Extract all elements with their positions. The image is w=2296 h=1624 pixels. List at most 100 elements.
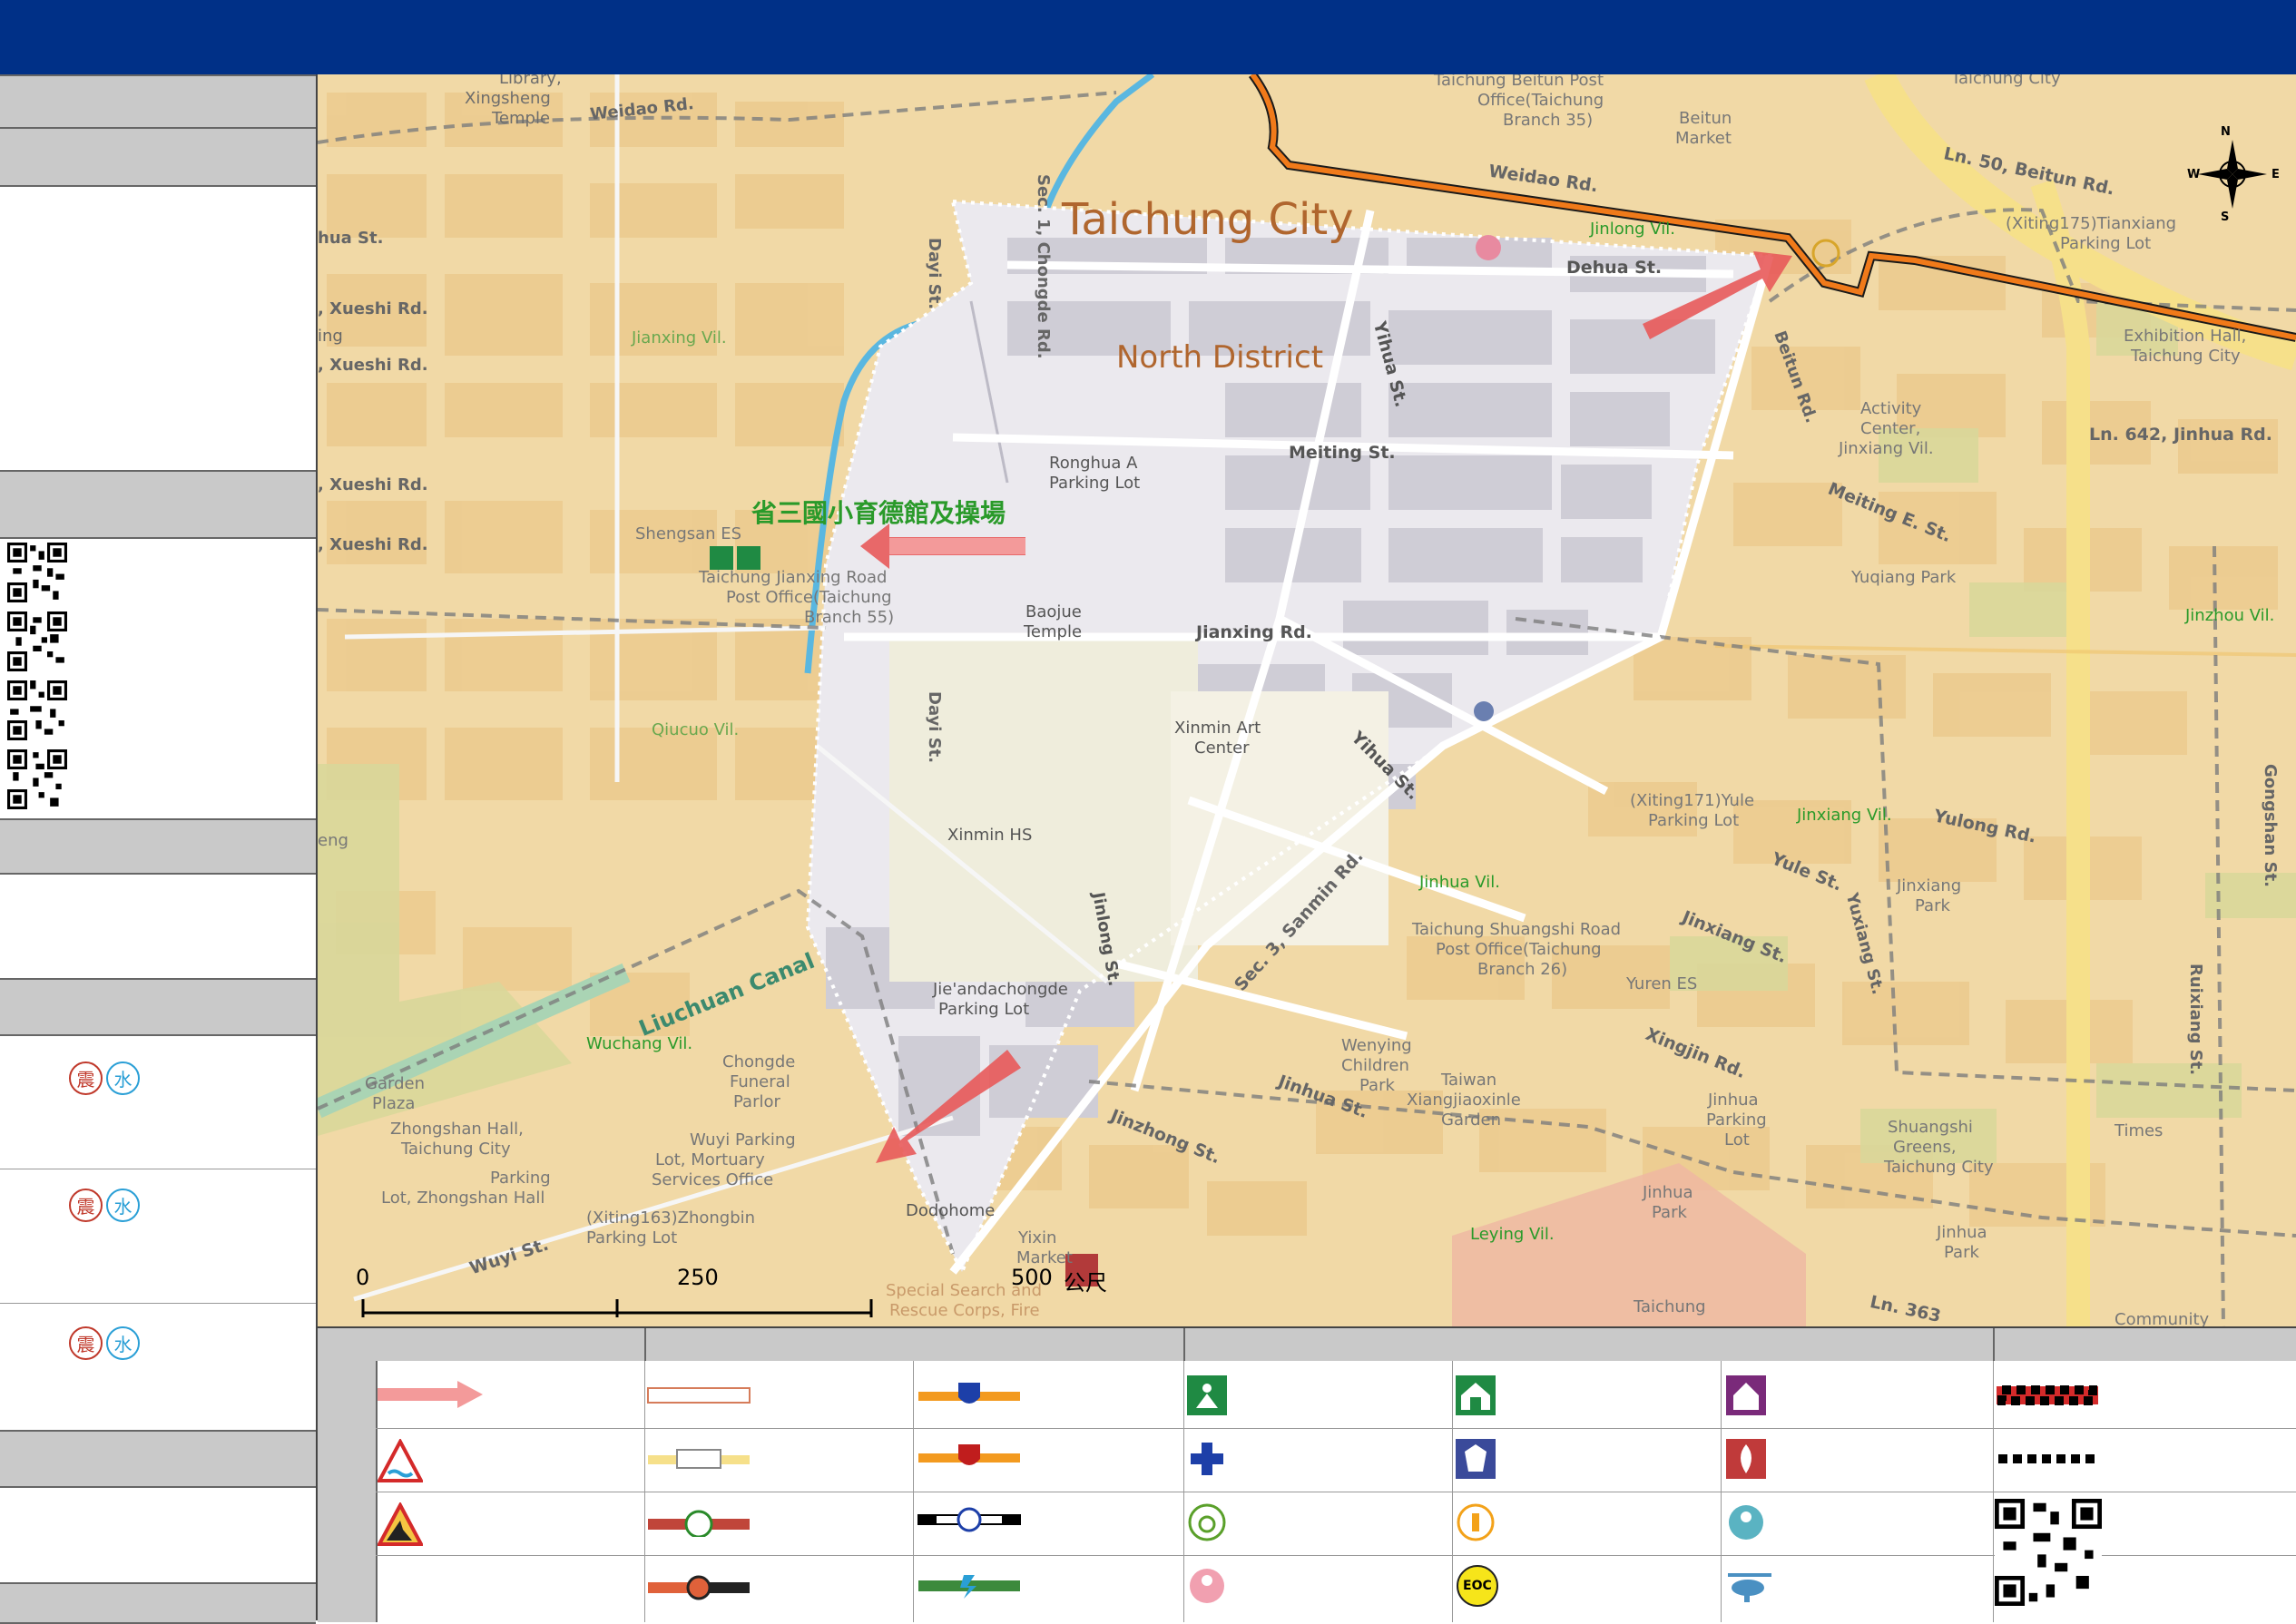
police-legend-icon <box>1456 1439 1496 1479</box>
map-label: Temple <box>1024 622 1083 641</box>
map-label: Jinzhou Vil. <box>2185 606 2275 625</box>
compass-n: N <box>2221 125 2231 139</box>
district-label: North District <box>1116 339 1324 376</box>
map-label: Shengsan ES <box>635 524 742 543</box>
evacuation-map[interactable]: Taichung City North District 省三國小育德館及操場 … <box>318 74 2296 1326</box>
map-label: Office(Taichung <box>1477 91 1604 110</box>
hsr-legend-icon <box>918 1575 1020 1599</box>
map-label: , Xueshi Rd. <box>318 356 428 375</box>
road-legend-orange-icon <box>647 1387 751 1404</box>
map-label: Community <box>2114 1310 2210 1326</box>
compass-s: S <box>2221 210 2230 224</box>
map-label: Temple <box>492 109 551 128</box>
map-label: Leying Vil. <box>1470 1225 1555 1244</box>
art-center-icon <box>1474 701 1494 721</box>
map-label: Parking <box>1706 1110 1767 1130</box>
header-bar <box>0 0 2296 74</box>
sidebar-header-7 <box>0 1582 316 1624</box>
map-label: Shuangshi <box>1888 1118 1973 1137</box>
map-label: Jinxiang Vil. <box>1797 806 1892 825</box>
qr-code-4[interactable] <box>7 749 67 809</box>
flood-icon: 水 <box>106 1189 140 1222</box>
hazard-icons-row-1: 震 水 <box>69 1061 140 1095</box>
map-label: Jie'andachongde <box>933 980 1068 999</box>
map-label: Times <box>2114 1121 2164 1140</box>
map-label: Taichung City <box>1884 1158 1994 1177</box>
map-label: Jianxing Vil. <box>632 328 727 347</box>
legend-row-divider <box>376 1428 2296 1429</box>
qr-code-3[interactable] <box>7 680 67 740</box>
map-label: Parking Lot <box>1648 811 1740 830</box>
map-label: Meiting St. <box>1289 443 1396 463</box>
legend-header-2 <box>646 1328 1185 1361</box>
map-label: Yixin <box>1018 1228 1057 1247</box>
flood-icon: 水 <box>106 1326 140 1360</box>
map-label: Post Office(Taichung <box>1436 940 1602 959</box>
map-label: (Xiting175)Tianxiang <box>2006 214 2177 233</box>
map-label: Park <box>1944 1243 1979 1262</box>
medical-legend-icon <box>1191 1443 1223 1475</box>
map-label: Parking Lot <box>938 1000 1030 1019</box>
sidebar-header-1 <box>0 74 316 129</box>
map-label: Xinmin HS <box>947 826 1033 845</box>
earthquake-icon: 震 <box>69 1326 103 1360</box>
sidebar-header-5 <box>0 978 316 1036</box>
map-label: Dayi St. <box>925 691 944 764</box>
map-label: Garden <box>365 1074 425 1093</box>
scale-tick-250: 250 <box>677 1265 719 1290</box>
map-label: Garden <box>1441 1110 1501 1130</box>
map-label: Sec. 1, Chongde Rd. <box>1034 174 1053 359</box>
sidebar-header-2 <box>0 127 316 187</box>
qr-code-2[interactable] <box>7 611 67 671</box>
landslide-warning-icon <box>378 1502 423 1546</box>
medical-icon <box>1476 235 1501 260</box>
map-label: (Xiting171)Yule <box>1630 791 1755 810</box>
legend-qr-code[interactable] <box>1995 1499 2102 1606</box>
map-label: Funeral <box>730 1072 790 1091</box>
map-label: Center <box>1194 739 1250 758</box>
park-legend-icon <box>648 1510 750 1537</box>
outdoor-shelter-icon <box>737 546 760 570</box>
map-label: Beitun <box>1679 109 1732 128</box>
social-welfare-legend-icon <box>1726 1375 1766 1415</box>
map-label: Xingsheng <box>465 89 551 108</box>
childcare-legend-icon <box>1729 1505 1763 1540</box>
elderly-legend-icon <box>1457 1503 1495 1541</box>
shelter-icon <box>710 546 733 570</box>
accessible-legend-icon <box>1188 1503 1226 1541</box>
map-label: Wuyi Parking <box>690 1130 796 1150</box>
map-label: (Xiting163)Zhongbin <box>586 1208 756 1228</box>
map-label: Ln. 642, Jinhua Rd. <box>2089 425 2273 445</box>
map-label: Yuren ES <box>1626 974 1698 993</box>
legend-col-divider <box>913 1361 914 1622</box>
map-label: hua St. <box>318 229 384 248</box>
evacuation-route-arrow-icon <box>378 1381 483 1408</box>
map-label: Gongshan St. <box>2261 764 2280 888</box>
map-label: Dehua St. <box>1566 258 1663 278</box>
scale-tick-0: 0 <box>356 1265 370 1290</box>
map-label: , Xueshi Rd. <box>318 299 428 318</box>
qr-code-1[interactable] <box>7 543 67 602</box>
legend-col-divider <box>1183 1361 1184 1622</box>
map-label: Center, <box>1860 419 1921 438</box>
map-label: Jinxiang Vil. <box>1839 439 1934 458</box>
map-label: Branch 35) <box>1503 111 1594 130</box>
map-label: Post Office(Taichung <box>726 588 892 607</box>
legend-header-4 <box>1995 1328 2296 1361</box>
map-label: Lot, Mortuary <box>655 1150 765 1169</box>
scale-unit: 公尺 <box>1064 1270 1107 1296</box>
village-boundary-legend-icon <box>1998 1454 2096 1463</box>
shelter-callout[interactable]: 省三國小育德館及操場 <box>751 494 1006 530</box>
sidebar-header-4 <box>0 818 316 875</box>
map-label: Taichung City <box>401 1140 511 1159</box>
legend-col-divider <box>1452 1361 1453 1622</box>
map-label: Taichung City <box>1951 74 2061 88</box>
sidebar: 震 水 震 水 震 水 <box>0 74 318 1624</box>
map-label: Qiucuo Vil. <box>652 720 740 739</box>
map-label: Zhongshan Hall, <box>390 1120 524 1139</box>
hazard-icons-row-3: 震 水 <box>69 1326 140 1360</box>
map-label: Exhibition Hall, <box>2124 327 2247 346</box>
women-children-legend-icon <box>1190 1569 1224 1603</box>
flood-warning-icon <box>378 1439 423 1482</box>
map-label: Children <box>1341 1056 1409 1075</box>
